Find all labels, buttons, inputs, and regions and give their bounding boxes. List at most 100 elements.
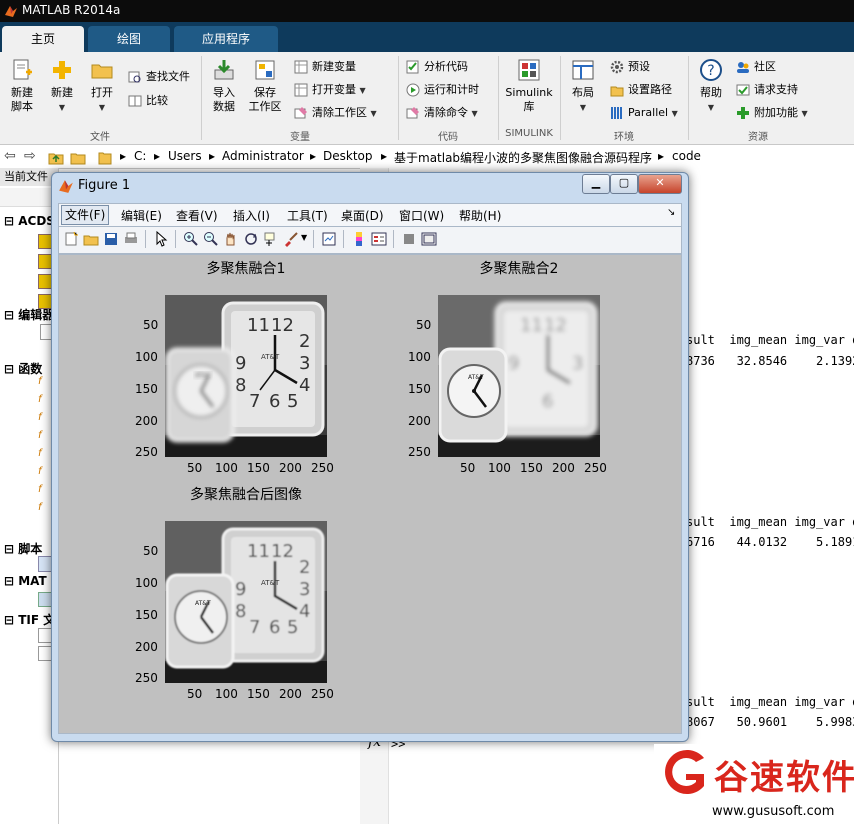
section-mat[interactable]: ⊟ MAT bbox=[4, 574, 47, 588]
breadcrumb-code[interactable]: code bbox=[672, 149, 701, 163]
section-scripts[interactable]: ⊟ 脚本 bbox=[4, 540, 42, 557]
clock-image-1: 11 12 2 3 4 9 8 7 6 5 AT&T AT&T bbox=[165, 295, 327, 457]
dock-arrow-icon[interactable]: ↘ bbox=[667, 207, 675, 218]
menu-view[interactable]: 查看(V) bbox=[176, 207, 218, 224]
tif-file-icon[interactable] bbox=[38, 646, 52, 661]
menu-edit[interactable]: 编辑(E) bbox=[121, 207, 162, 224]
open-variable-button[interactable]: 打开变量 ▼ bbox=[294, 81, 366, 99]
clear-workspace-button[interactable]: 清除工作区 ▼ bbox=[294, 104, 377, 122]
tab-apps[interactable]: 应用程序 bbox=[174, 26, 278, 52]
new-variable-button[interactable]: 新建变量 bbox=[294, 58, 356, 76]
back-arrow-icon[interactable]: ⇦ bbox=[4, 148, 16, 164]
file-icon[interactable] bbox=[38, 274, 52, 289]
set-path-button[interactable]: 设置路径 bbox=[610, 81, 672, 99]
run-and-time-label: 运行和计时 bbox=[424, 83, 479, 96]
layout-button[interactable]: 布局 ▼ bbox=[566, 58, 600, 115]
save-workspace-button[interactable]: 保存 工作区 bbox=[246, 58, 284, 114]
clock-brand-3: AT&T bbox=[195, 600, 211, 607]
request-support-button[interactable]: 请求支持 bbox=[736, 81, 798, 99]
function-file-icon[interactable]: f bbox=[38, 376, 52, 390]
rotate-3d-icon[interactable] bbox=[243, 231, 259, 247]
close-button[interactable]: ✕ bbox=[638, 174, 682, 194]
pan-hand-icon[interactable] bbox=[223, 231, 239, 247]
brush-icon[interactable] bbox=[283, 231, 299, 247]
breadcrumb-desktop[interactable]: Desktop bbox=[323, 149, 373, 163]
new-variable-icon bbox=[294, 60, 308, 74]
axes-3-image[interactable]: 11 12 2 3 4 9 8 7 6 5 AT&T AT&T bbox=[165, 521, 327, 683]
tab-plots[interactable]: 绘图 bbox=[88, 26, 170, 52]
data-cursor-icon[interactable] bbox=[263, 231, 279, 247]
section-acds[interactable]: ⊟ ACDS bbox=[4, 214, 55, 228]
legend-icon[interactable] bbox=[371, 231, 387, 247]
function-file-icon[interactable]: f bbox=[38, 394, 52, 408]
new-figure-icon[interactable] bbox=[63, 231, 79, 247]
menu-tools[interactable]: 工具(T) bbox=[287, 207, 328, 224]
axes-1-image[interactable]: 11 12 2 3 4 9 8 7 6 5 AT&T AT&T bbox=[165, 295, 327, 457]
request-support-icon bbox=[736, 84, 750, 96]
find-files-button[interactable]: 查找文件 bbox=[128, 68, 190, 86]
function-file-icon[interactable]: f bbox=[38, 502, 52, 516]
function-file-icon[interactable]: f bbox=[38, 466, 52, 480]
browse-folder-icon[interactable] bbox=[70, 149, 86, 165]
breadcrumb-project-folder[interactable]: 基于matlab编程小波的多聚焦图像融合源码程序 bbox=[394, 149, 652, 166]
parallel-button[interactable]: Parallel ▼ bbox=[610, 104, 678, 122]
section-editor[interactable]: ⊟ 编辑器 bbox=[4, 306, 54, 323]
link-plot-icon[interactable] bbox=[321, 231, 337, 247]
open-button[interactable]: 打开 ▼ bbox=[84, 58, 120, 115]
tif-file-icon[interactable] bbox=[38, 628, 52, 643]
menu-file[interactable]: 文件(F) bbox=[61, 205, 110, 225]
function-file-icon[interactable]: f bbox=[38, 412, 52, 426]
preferences-button[interactable]: 预设 bbox=[610, 58, 650, 76]
clear-commands-button[interactable]: 清除命令 ▼ bbox=[406, 104, 478, 122]
help-button[interactable]: ? 帮助 ▼ bbox=[694, 58, 728, 115]
figure-canvas[interactable]: 多聚焦融合1 11 12 2 3 4 9 8 7 6 5 AT&T AT&T 5… bbox=[58, 254, 682, 734]
show-plot-tools-icon[interactable] bbox=[421, 231, 437, 247]
maximize-button[interactable]: ▢ bbox=[610, 174, 638, 194]
collapse-icon: ⊟ bbox=[4, 362, 19, 376]
section-functions[interactable]: ⊟ 函数 bbox=[4, 360, 42, 377]
simulink-library-button[interactable]: Simulink 库 bbox=[503, 58, 555, 114]
result-values-3: 8067 50.9601 5.9983 bbox=[686, 715, 854, 729]
open-file-icon[interactable] bbox=[83, 231, 99, 247]
menu-help[interactable]: 帮助(H) bbox=[459, 207, 501, 224]
run-and-time-button[interactable]: 运行和计时 bbox=[406, 81, 479, 99]
analyze-code-icon bbox=[406, 60, 419, 74]
matlab-logo-icon bbox=[5, 6, 17, 17]
zoom-out-icon[interactable] bbox=[203, 231, 219, 247]
up-folder-icon[interactable] bbox=[48, 149, 64, 165]
file-icon[interactable] bbox=[38, 234, 52, 249]
minimize-button[interactable]: ▁ bbox=[582, 174, 610, 194]
file-icon[interactable] bbox=[38, 254, 52, 269]
menu-window[interactable]: 窗口(W) bbox=[399, 207, 444, 224]
menu-insert[interactable]: 插入(I) bbox=[233, 207, 270, 224]
breadcrumb-administrator[interactable]: Administrator bbox=[222, 149, 304, 163]
compare-button[interactable]: 比较 bbox=[128, 92, 168, 110]
section-tif[interactable]: ⊟ TIF 文 bbox=[4, 611, 55, 628]
print-icon[interactable] bbox=[123, 231, 139, 247]
function-file-icon[interactable]: f bbox=[38, 448, 52, 462]
function-file-icon[interactable]: f bbox=[38, 430, 52, 444]
figure-window[interactable]: Figure 1 ▁ ▢ ✕ 文件(F) 编辑(E) 查看(V) 插入(I) 工… bbox=[51, 172, 689, 742]
add-ons-button[interactable]: 附加功能 ▼ bbox=[736, 104, 808, 122]
hide-plot-tools-icon[interactable] bbox=[401, 231, 417, 247]
new-script-button[interactable]: 新建 脚本 bbox=[4, 58, 40, 114]
layout-icon bbox=[572, 60, 594, 80]
forward-arrow-icon[interactable]: ⇨ bbox=[24, 148, 36, 164]
collapse-icon: ⊟ bbox=[4, 613, 19, 627]
axes-2-image[interactable]: 11 12 3 9 6 AT&T bbox=[438, 295, 600, 457]
chevron-down-icon[interactable]: ▼ bbox=[301, 233, 307, 242]
breadcrumb-drive[interactable]: C: bbox=[134, 149, 146, 163]
colorbar-icon[interactable] bbox=[351, 231, 367, 247]
analyze-code-button[interactable]: 分析代码 bbox=[406, 58, 468, 76]
zoom-in-icon[interactable] bbox=[183, 231, 199, 247]
save-icon[interactable] bbox=[103, 231, 119, 247]
axes-2-xtick: 50 bbox=[460, 461, 476, 475]
import-data-button[interactable]: 导入 数据 bbox=[206, 58, 242, 114]
function-file-icon[interactable]: f bbox=[38, 484, 52, 498]
community-button[interactable]: 社区 bbox=[736, 58, 776, 76]
tab-home[interactable]: 主页 bbox=[2, 26, 84, 52]
pointer-icon[interactable] bbox=[153, 231, 169, 247]
menu-desktop[interactable]: 桌面(D) bbox=[341, 207, 384, 224]
new-button[interactable]: 新建 ▼ bbox=[44, 58, 80, 115]
breadcrumb-users[interactable]: Users bbox=[168, 149, 202, 163]
